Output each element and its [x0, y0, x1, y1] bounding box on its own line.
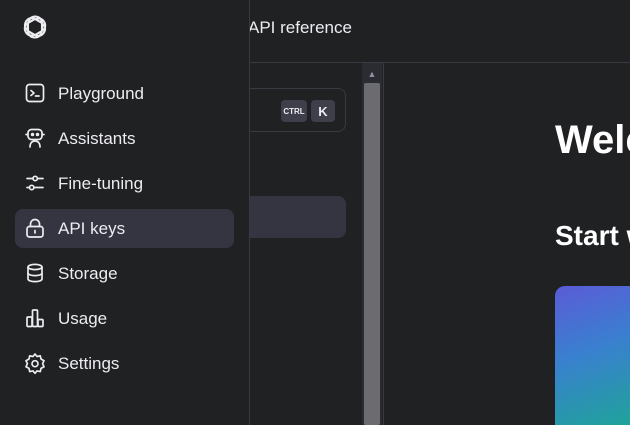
nav-item-label: Usage: [58, 309, 108, 328]
gradient-card[interactable]: [555, 286, 630, 425]
shortcut-k-key: K: [311, 100, 335, 122]
nav-item-storage[interactable]: Storage: [15, 254, 234, 293]
nav-item-label: Assistants: [58, 129, 136, 148]
page-title: Welc: [555, 118, 630, 162]
scrollbar-thumb[interactable]: [364, 83, 380, 425]
section-title: Start w: [555, 220, 630, 251]
nav-item-label: Fine-tuning: [58, 174, 144, 193]
nav-item-fine-tuning[interactable]: Fine-tuning: [15, 164, 234, 203]
lock-icon: [24, 217, 46, 239]
app-root: API reference CTRL K ▲ Welc Start w: [0, 0, 630, 425]
nav-item-label: Playground: [58, 84, 145, 103]
nav-drawer: Playground Assistants Fine-tuning API ke…: [0, 0, 250, 425]
scroll-up-arrow-icon[interactable]: ▲: [362, 67, 382, 81]
nav-item-label: Storage: [58, 264, 118, 283]
nav-item-assistants[interactable]: Assistants: [15, 119, 234, 158]
openai-logo-icon[interactable]: [19, 11, 51, 43]
terminal-icon: [24, 82, 46, 104]
nav-item-api-keys[interactable]: API keys: [15, 209, 234, 248]
bar-chart-icon: [24, 307, 46, 329]
scrollbar[interactable]: ▲: [362, 63, 382, 425]
nav-item-label: Settings: [58, 354, 120, 373]
nav-item-label: API keys: [58, 219, 126, 238]
api-reference-link[interactable]: API reference: [248, 18, 352, 38]
database-icon: [24, 262, 46, 284]
gear-icon: [24, 352, 46, 374]
robot-icon: [24, 127, 46, 149]
sliders-icon: [24, 172, 46, 194]
nav-item-settings[interactable]: Settings: [15, 344, 234, 383]
docs-sidebar-selected-item[interactable]: [250, 196, 346, 238]
nav-item-playground[interactable]: Playground: [15, 74, 234, 113]
shortcut-ctrl-key: CTRL: [281, 100, 307, 122]
nav-item-usage[interactable]: Usage: [15, 299, 234, 338]
